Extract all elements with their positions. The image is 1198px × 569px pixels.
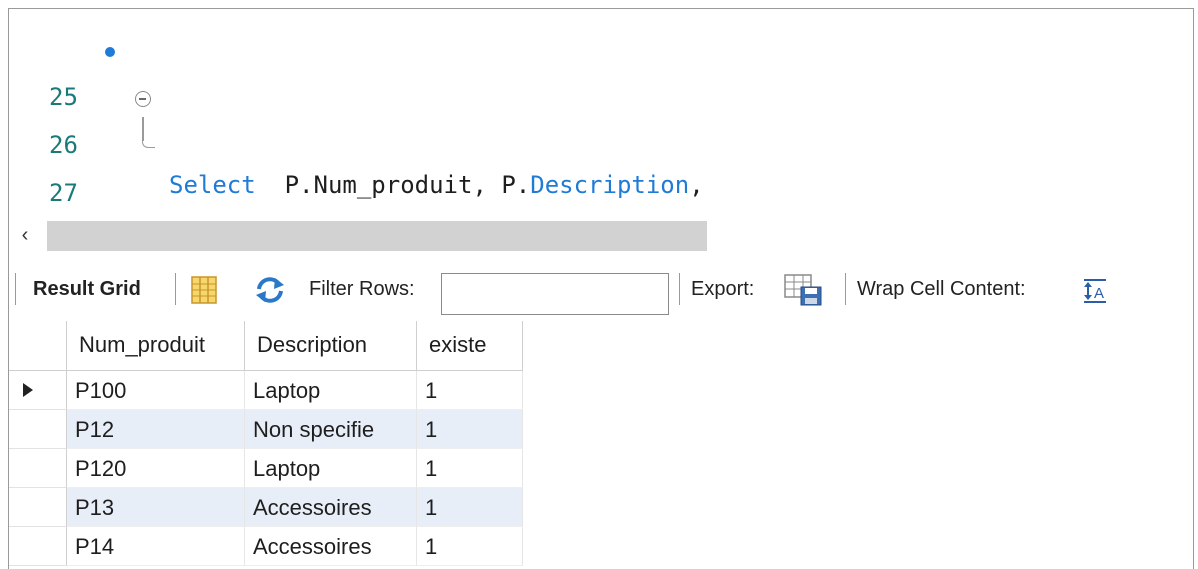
export-icon[interactable]	[783, 273, 825, 307]
filter-rows-label: Filter Rows:	[309, 278, 415, 300]
row-header-corner	[9, 321, 67, 371]
code-line[interactable]: 28 From Produits P;	[9, 175, 1193, 299]
table-row[interactable]: P100 Laptop 1	[9, 371, 525, 410]
svg-text:A: A	[1094, 285, 1104, 302]
fold-collapse-icon[interactable]	[135, 91, 151, 107]
row-header[interactable]	[9, 527, 67, 566]
table-cell[interactable]: P12	[67, 410, 245, 449]
toolbar-divider	[679, 273, 680, 305]
column-header[interactable]: Num_produit	[67, 321, 245, 371]
table-cell[interactable]: 1	[417, 371, 523, 410]
scrollbar-thumb[interactable]	[47, 221, 707, 251]
wrap-cell-content-label: Wrap Cell Content:	[857, 278, 1026, 300]
toolbar-divider	[15, 273, 16, 305]
refresh-icon[interactable]	[253, 275, 287, 305]
toolbar-divider	[175, 273, 176, 305]
table-cell[interactable]: Laptop	[245, 449, 417, 488]
table-row[interactable]: P120 Laptop 1	[9, 449, 525, 488]
result-toolbar: Result Grid Filter Rows: Export: Wrap Ce…	[9, 257, 1193, 321]
table-row[interactable]: P14 Accessoires 1	[9, 527, 525, 566]
sql-editor[interactable]: 25 Select P.Num_produit, P.Description, …	[9, 9, 1193, 299]
breakpoint-dot-icon[interactable]	[105, 47, 115, 57]
table-cell[interactable]: 1	[417, 410, 523, 449]
table-cell[interactable]: P100	[67, 371, 245, 410]
toolbar-divider	[845, 273, 846, 305]
table-cell[interactable]: P13	[67, 488, 245, 527]
column-header[interactable]: Description	[245, 321, 417, 371]
table-cell[interactable]: Accessoires	[245, 527, 417, 566]
table-cell[interactable]: Non specifie	[245, 410, 417, 449]
scroll-left-icon[interactable]: ‹	[13, 223, 37, 247]
table-cell[interactable]: P120	[67, 449, 245, 488]
grid-header-row: Num_produit Description existe	[9, 321, 525, 371]
row-header[interactable]	[9, 371, 67, 410]
row-pointer-icon	[23, 383, 33, 397]
table-cell[interactable]: Accessoires	[245, 488, 417, 527]
wrap-text-icon[interactable]: A	[1081, 277, 1109, 305]
table-cell[interactable]: Laptop	[245, 371, 417, 410]
code-line[interactable]: 26 EXISTS(Select * from Sales S	[9, 79, 1193, 247]
table-cell[interactable]: 1	[417, 527, 523, 566]
column-header[interactable]: existe	[417, 321, 523, 371]
result-grid-tab[interactable]: Result Grid	[33, 257, 141, 321]
table-cell[interactable]: P14	[67, 527, 245, 566]
horizontal-scrollbar[interactable]: ‹	[9, 217, 1193, 253]
row-header[interactable]	[9, 449, 67, 488]
export-label: Export:	[691, 278, 755, 300]
code-line[interactable]: 27 Where P.Num_produit = S.Num_Produit) …	[9, 127, 1193, 251]
filter-rows-input[interactable]	[441, 273, 669, 315]
table-row[interactable]: P13 Accessoires 1	[9, 488, 525, 527]
grid-view-icon[interactable]	[189, 275, 219, 305]
code-line[interactable]: 25 Select P.Num_produit, P.Description,	[9, 31, 1193, 199]
row-header[interactable]	[9, 488, 67, 527]
query-editor-window: 25 Select P.Num_produit, P.Description, …	[8, 8, 1194, 569]
table-cell[interactable]: 1	[417, 488, 523, 527]
table-cell[interactable]: 1	[417, 449, 523, 488]
table-row[interactable]: P12 Non specifie 1	[9, 410, 525, 449]
row-header[interactable]	[9, 410, 67, 449]
